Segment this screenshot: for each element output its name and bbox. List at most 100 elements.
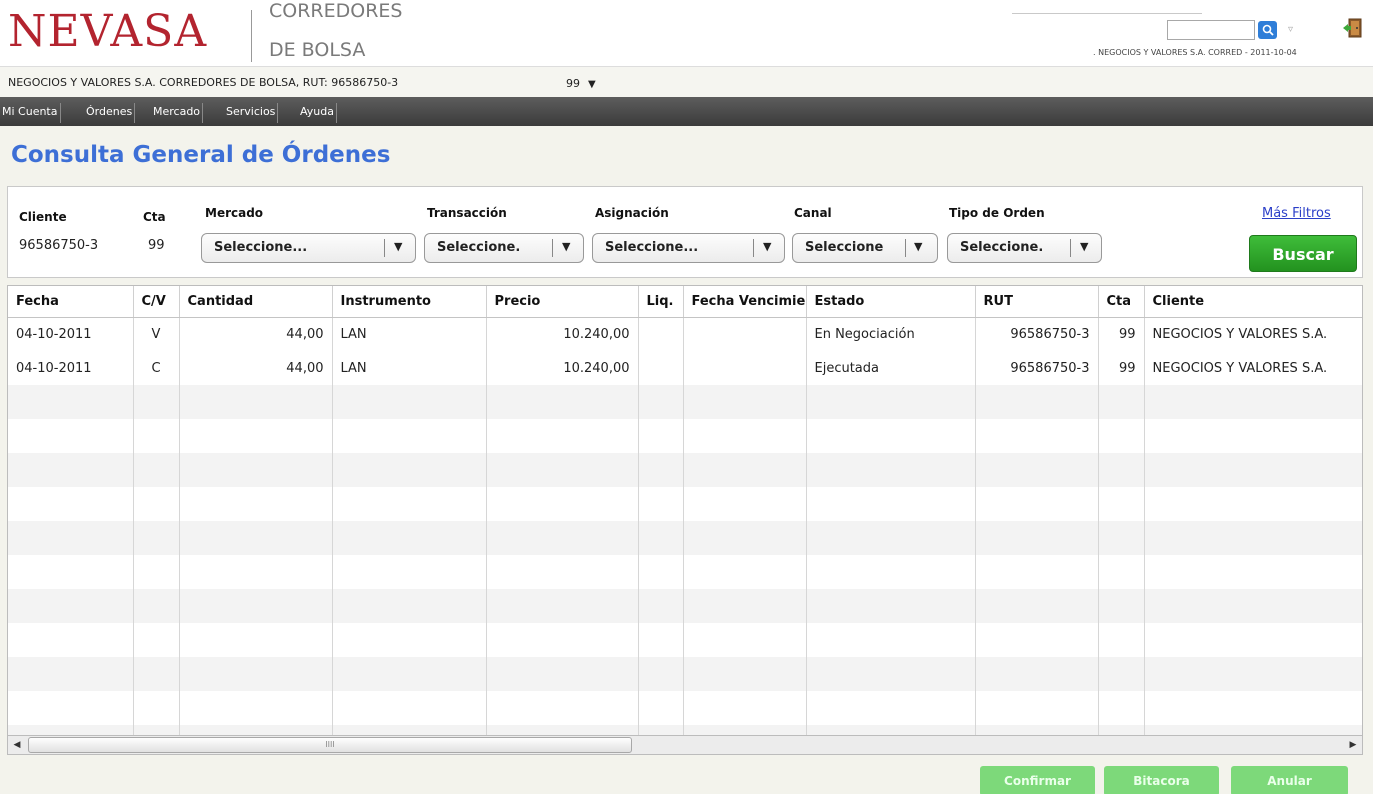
logo-divider bbox=[251, 10, 252, 62]
canal-label: Canal bbox=[794, 206, 832, 220]
column-header-instrumento[interactable]: Instrumento bbox=[332, 286, 487, 318]
tipo-orden-label: Tipo de Orden bbox=[949, 206, 1045, 220]
transaccion-select-value: Seleccione. bbox=[437, 240, 521, 255]
menu-item-servicios[interactable]: Servicios bbox=[224, 103, 279, 123]
tipo-orden-select[interactable]: Seleccione. ▼ bbox=[947, 233, 1102, 263]
cell-fecha: 04-10-2011 bbox=[8, 317, 134, 351]
column-header-cv[interactable]: C/V bbox=[133, 286, 180, 318]
column-header-cantidad[interactable]: Cantidad bbox=[179, 286, 333, 318]
transaccion-label: Transacción bbox=[427, 206, 507, 220]
menu-bar: Mi Cuenta Órdenes Mercado Servicios Ayud… bbox=[0, 97, 1373, 126]
asignacion-select[interactable]: Seleccione... ▼ bbox=[592, 233, 785, 263]
asignacion-label: Asignación bbox=[595, 206, 669, 220]
bitacora-button[interactable]: Bitacora bbox=[1104, 766, 1219, 794]
cell-liq bbox=[638, 317, 684, 351]
page-title: Consulta General de Órdenes bbox=[11, 142, 391, 168]
dropdown-separator bbox=[753, 239, 754, 257]
cell-precio: 10.240,00 bbox=[486, 351, 639, 385]
header-divider-line bbox=[1012, 10, 1202, 14]
chevron-down-icon: ▼ bbox=[914, 240, 923, 253]
menu-item-ordenes[interactable]: Órdenes bbox=[84, 103, 136, 123]
menu-item-mi-cuenta[interactable]: Mi Cuenta bbox=[0, 103, 61, 123]
empty-row bbox=[8, 623, 1362, 657]
mercado-select[interactable]: Seleccione... ▼ bbox=[201, 233, 416, 263]
nevasa-logo[interactable]: NEVASA bbox=[8, 4, 207, 60]
column-header-cliente[interactable]: Cliente bbox=[1144, 286, 1362, 318]
cta-label: Cta bbox=[143, 210, 166, 224]
mas-filtros-link[interactable]: Más Filtros bbox=[1262, 206, 1331, 221]
tipo-orden-select-value: Seleccione. bbox=[960, 240, 1044, 255]
header: NEVASA CORREDORES DE BOLSA ▿ . NEGOCIOS … bbox=[0, 0, 1373, 66]
search-icon[interactable] bbox=[1258, 21, 1277, 39]
chevron-down-icon: ▼ bbox=[763, 240, 772, 253]
page: NEVASA CORREDORES DE BOLSA ▿ . NEGOCIOS … bbox=[0, 0, 1373, 794]
cell-fecha-vencimiento bbox=[683, 317, 807, 351]
cell-rut: 96586750-3 bbox=[975, 351, 1099, 385]
cliente-value: 96586750-3 bbox=[19, 238, 99, 253]
menu-item-mercado[interactable]: Mercado bbox=[151, 103, 204, 123]
column-header-cta[interactable]: Cta bbox=[1098, 286, 1145, 318]
canal-select-value: Seleccione bbox=[805, 240, 884, 255]
cell-liq bbox=[638, 351, 684, 385]
user-info: . NEGOCIOS Y VALORES S.A. CORRED - 2011-… bbox=[1093, 48, 1297, 57]
chevron-down-icon: ▼ bbox=[588, 79, 596, 90]
column-header-fecha[interactable]: Fecha bbox=[8, 286, 134, 318]
cell-fecha: 04-10-2011 bbox=[8, 351, 134, 385]
cell-cta: 99 bbox=[1098, 351, 1145, 385]
cell-cantidad: 44,00 bbox=[179, 317, 333, 351]
orders-table: Fecha C/V Cantidad Instrumento Precio Li… bbox=[7, 285, 1363, 755]
empty-row bbox=[8, 555, 1362, 589]
search-options-icon[interactable]: ▿ bbox=[1288, 24, 1293, 35]
empty-row bbox=[8, 487, 1362, 521]
cell-cv: C bbox=[133, 351, 180, 385]
dropdown-separator bbox=[1070, 239, 1071, 257]
cell-cv: V bbox=[133, 317, 180, 351]
menu-item-ayuda[interactable]: Ayuda bbox=[298, 103, 337, 123]
scroll-right-icon[interactable]: ▶ bbox=[1344, 736, 1362, 754]
table-row[interactable]: 04-10-2011 V 44,00 LAN 10.240,00 En Nego… bbox=[8, 317, 1362, 351]
search-input[interactable] bbox=[1167, 20, 1255, 40]
logout-door-icon[interactable] bbox=[1342, 17, 1364, 39]
column-header-rut[interactable]: RUT bbox=[975, 286, 1099, 318]
cta-value: 99 bbox=[148, 238, 165, 253]
scroll-left-icon[interactable]: ◀ bbox=[8, 736, 26, 754]
column-header-liq[interactable]: Liq. bbox=[638, 286, 684, 318]
transaccion-select[interactable]: Seleccione. ▼ bbox=[424, 233, 584, 263]
empty-row bbox=[8, 691, 1362, 725]
horizontal-scrollbar[interactable]: ◀ IIII ▶ bbox=[7, 735, 1363, 755]
column-header-precio[interactable]: Precio bbox=[486, 286, 639, 318]
cell-cantidad: 44,00 bbox=[179, 351, 333, 385]
chevron-down-icon: ▼ bbox=[562, 240, 571, 253]
empty-row bbox=[8, 657, 1362, 691]
empty-row bbox=[8, 385, 1362, 419]
cell-cliente: NEGOCIOS Y VALORES S.A. bbox=[1144, 351, 1362, 385]
empty-row bbox=[8, 589, 1362, 623]
cell-estado: En Negociación bbox=[806, 317, 976, 351]
logo-subtitle-2: DE BOLSA bbox=[269, 39, 366, 61]
cell-cliente: NEGOCIOS Y VALORES S.A. bbox=[1144, 317, 1362, 351]
cell-instrumento: LAN bbox=[332, 317, 487, 351]
column-header-estado[interactable]: Estado bbox=[806, 286, 976, 318]
dropdown-separator bbox=[552, 239, 553, 257]
mercado-select-value: Seleccione... bbox=[214, 240, 308, 255]
confirmar-button[interactable]: Confirmar bbox=[980, 766, 1095, 794]
table-header-row: Fecha C/V Cantidad Instrumento Precio Li… bbox=[8, 286, 1362, 318]
account-bar: NEGOCIOS Y VALORES S.A. CORREDORES DE BO… bbox=[0, 66, 1373, 97]
logo-subtitle-1: CORREDORES bbox=[269, 0, 403, 22]
column-header-fecha-vencimiento[interactable]: Fecha Vencimiento bbox=[683, 286, 807, 318]
buscar-button[interactable]: Buscar bbox=[1249, 235, 1357, 272]
chevron-down-icon: ▼ bbox=[394, 240, 403, 253]
mercado-label: Mercado bbox=[205, 206, 264, 220]
asignacion-select-value: Seleccione... bbox=[605, 240, 699, 255]
table-row[interactable]: 04-10-2011 C 44,00 LAN 10.240,00 Ejecuta… bbox=[8, 351, 1362, 385]
scrollbar-thumb[interactable]: IIII bbox=[28, 737, 632, 753]
cell-estado: Ejecutada bbox=[806, 351, 976, 385]
empty-row bbox=[8, 453, 1362, 487]
cell-instrumento: LAN bbox=[332, 351, 487, 385]
anular-button[interactable]: Anular bbox=[1231, 766, 1348, 794]
dropdown-separator bbox=[905, 239, 906, 257]
canal-select[interactable]: Seleccione ▼ bbox=[792, 233, 938, 263]
account-select[interactable]: 99 ▼ bbox=[566, 77, 596, 90]
cell-cta: 99 bbox=[1098, 317, 1145, 351]
cell-rut: 96586750-3 bbox=[975, 317, 1099, 351]
